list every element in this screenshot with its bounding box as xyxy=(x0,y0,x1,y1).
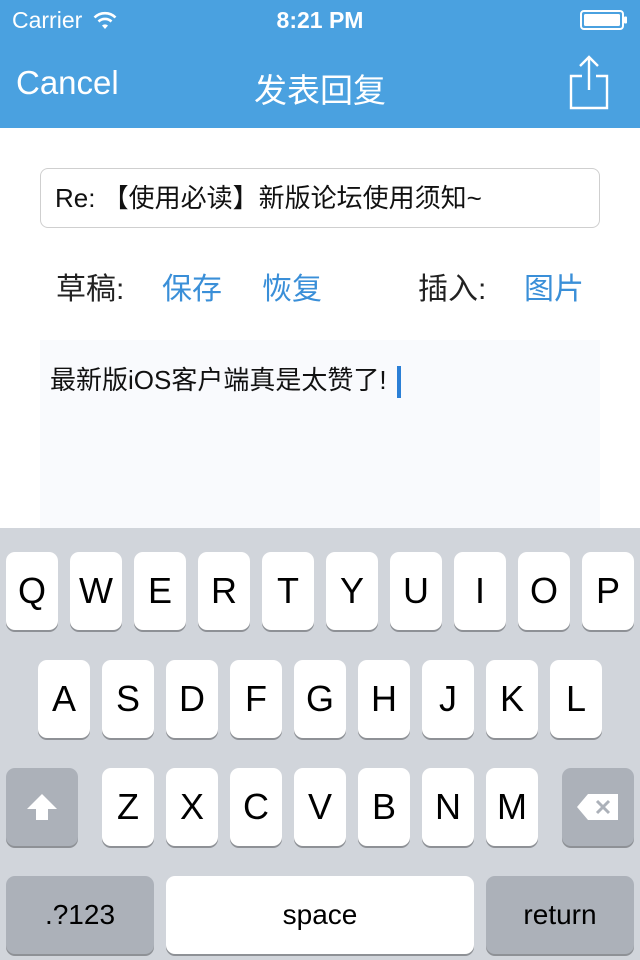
key-l[interactable]: L xyxy=(550,660,602,738)
key-t[interactable]: T xyxy=(262,552,314,630)
key-x[interactable]: X xyxy=(166,768,218,846)
save-draft-button[interactable]: 保存 xyxy=(162,264,222,308)
share-icon[interactable] xyxy=(568,54,610,110)
insert-image-button[interactable]: 图片 xyxy=(524,264,584,308)
key-o[interactable]: O xyxy=(518,552,570,630)
key-c[interactable]: C xyxy=(230,768,282,846)
restore-draft-button[interactable]: 恢复 xyxy=(262,264,322,308)
key-y[interactable]: Y xyxy=(326,552,378,630)
reply-text-area[interactable]: 最新版iOS客户端真是太赞了! xyxy=(40,340,600,528)
key-k[interactable]: K xyxy=(486,660,538,738)
shift-icon xyxy=(27,794,57,820)
key-n[interactable]: N xyxy=(422,768,474,846)
key-e[interactable]: E xyxy=(134,552,186,630)
return-key[interactable]: return xyxy=(486,876,634,954)
delete-icon xyxy=(577,794,618,820)
key-g[interactable]: G xyxy=(294,660,346,738)
keyboard: Q W E R T Y U I O P A S D F G H J K L Z … xyxy=(0,528,640,960)
key-m[interactable]: M xyxy=(486,768,538,846)
key-a[interactable]: A xyxy=(38,660,90,738)
key-u[interactable]: U xyxy=(390,552,442,630)
key-j[interactable]: J xyxy=(422,660,474,738)
draft-label: 草稿: xyxy=(56,273,125,306)
shift-key[interactable] xyxy=(6,768,78,846)
space-key[interactable]: space xyxy=(166,876,474,954)
insert-label: 插入: xyxy=(418,273,487,306)
key-i[interactable]: I xyxy=(454,552,506,630)
battery-icon xyxy=(580,10,627,30)
key-r[interactable]: R xyxy=(198,552,250,630)
key-v[interactable]: V xyxy=(294,768,346,846)
delete-key[interactable] xyxy=(562,768,634,846)
key-h[interactable]: H xyxy=(358,660,410,738)
key-f[interactable]: F xyxy=(230,660,282,738)
reply-body-line: 最新版iOS客户端真是太赞了! xyxy=(50,360,401,399)
key-d[interactable]: D xyxy=(166,660,218,738)
nav-bar: Cancel 发表回复 xyxy=(0,40,640,128)
reply-text: 最新版iOS客户端真是太赞了! xyxy=(50,365,387,395)
subject-field[interactable]: Re: 【使用必读】新版论坛使用须知~ xyxy=(40,168,600,228)
cancel-button[interactable]: Cancel xyxy=(16,64,119,102)
numbers-key[interactable]: .?123 xyxy=(6,876,154,954)
clock: 8:21 PM xyxy=(276,7,364,33)
status-bar: Carrier 8:21 PM xyxy=(0,0,640,40)
key-s[interactable]: S xyxy=(102,660,154,738)
key-p[interactable]: P xyxy=(582,552,634,630)
text-cursor xyxy=(396,366,401,399)
key-w[interactable]: W xyxy=(70,552,122,630)
key-b[interactable]: B xyxy=(358,768,410,846)
key-q[interactable]: Q xyxy=(6,552,58,630)
key-z[interactable]: Z xyxy=(102,768,154,846)
navigation-header: Carrier 8:21 PM Cancel 发表回复 xyxy=(0,0,640,128)
